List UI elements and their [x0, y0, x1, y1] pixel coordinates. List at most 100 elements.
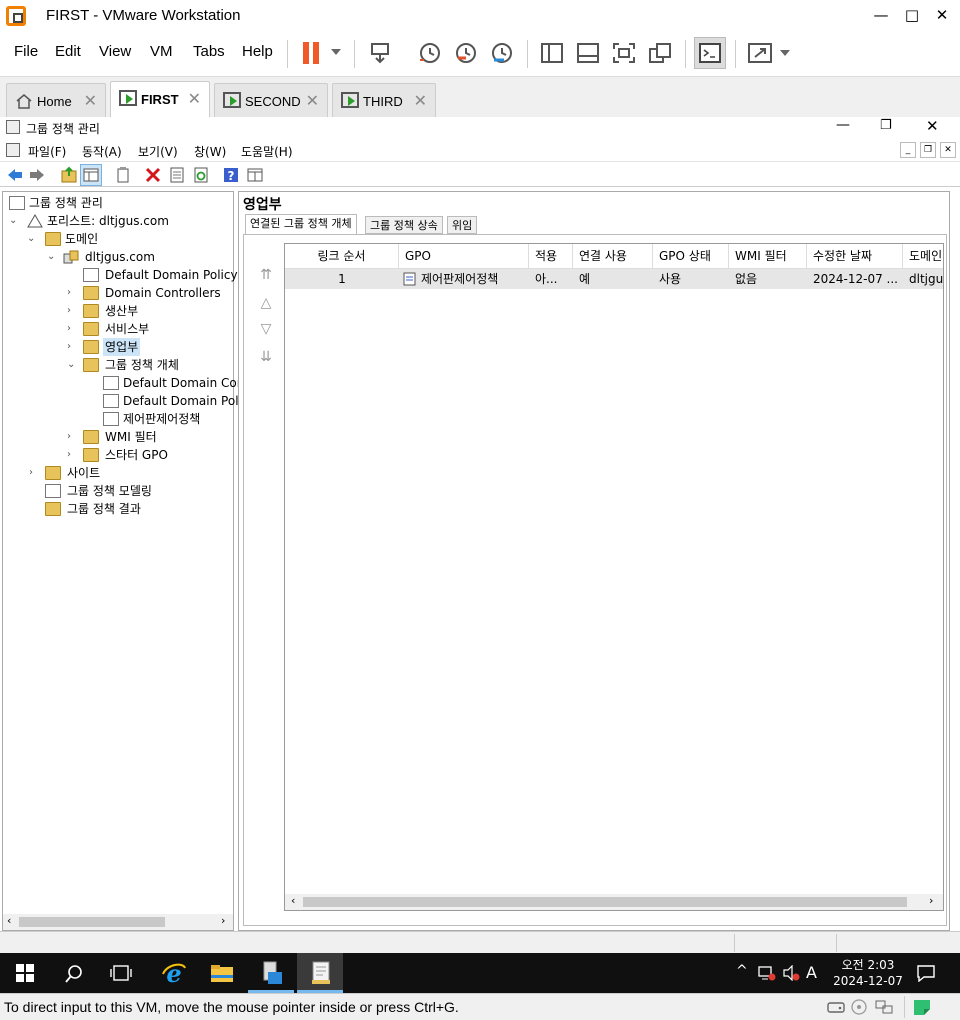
col-enforced[interactable]: 적용: [529, 244, 573, 268]
collapse-icon[interactable]: ⌄: [9, 212, 19, 230]
stretch-guest-icon[interactable]: [746, 40, 774, 66]
child-minimize-icon[interactable]: _: [900, 142, 916, 158]
scroll-right-icon[interactable]: ›: [929, 894, 933, 907]
col-link-order[interactable]: 링크 순서: [285, 244, 399, 268]
scroll-left-icon[interactable]: ‹: [291, 894, 295, 907]
tab-third[interactable]: THIRD ✕: [332, 83, 436, 117]
col-domain[interactable]: 도메인: [903, 244, 943, 268]
tab-second[interactable]: SECOND ✕: [214, 83, 328, 117]
snapshot-manager-icon[interactable]: [488, 40, 516, 66]
child-restore-icon[interactable]: ❐: [920, 142, 936, 158]
help-icon[interactable]: ?: [222, 166, 240, 184]
collapse-icon[interactable]: ⌄: [67, 356, 77, 374]
close-tab-icon[interactable]: ✕: [306, 91, 319, 110]
clock-date[interactable]: 2024-12-07: [828, 974, 908, 988]
menu-edit[interactable]: Edit: [55, 43, 81, 60]
tab-inheritance[interactable]: 그룹 정책 상속: [365, 216, 443, 234]
gpmc-minimize-icon[interactable]: —: [836, 117, 850, 133]
forward-icon[interactable]: [28, 166, 46, 184]
revert-snapshot-icon[interactable]: [452, 40, 480, 66]
tree-horizontal-scrollbar[interactable]: ‹ ›: [3, 914, 233, 930]
show-action-pane-icon[interactable]: [246, 166, 264, 184]
collapse-icon[interactable]: ⌄: [47, 248, 57, 266]
gpmc-close-icon[interactable]: ✕: [926, 117, 939, 135]
taskbar-explorer[interactable]: [198, 953, 244, 993]
close-tab-icon[interactable]: ✕: [414, 91, 427, 110]
scroll-thumb[interactable]: [303, 897, 907, 907]
taskbar-server-manager[interactable]: [248, 953, 294, 993]
scroll-left-icon[interactable]: ‹: [7, 914, 11, 927]
child-close-icon[interactable]: ✕: [940, 142, 956, 158]
col-gpo[interactable]: GPO: [399, 244, 529, 268]
start-windows-icon[interactable]: [16, 964, 34, 982]
maximize-icon[interactable]: □: [901, 4, 923, 26]
properties-icon[interactable]: [168, 166, 186, 184]
pause-dropdown-icon[interactable]: [331, 49, 341, 55]
tab-home[interactable]: Home ✕: [6, 83, 106, 117]
col-link-enabled[interactable]: 연결 사용: [573, 244, 653, 268]
menu-action-ko[interactable]: 동작(A): [82, 143, 122, 160]
snapshot-icon[interactable]: [416, 40, 444, 66]
move-top-icon[interactable]: ⇈: [258, 267, 274, 283]
pause-icon[interactable]: [303, 42, 309, 64]
menu-view[interactable]: View: [99, 43, 131, 60]
expand-icon[interactable]: ›: [67, 284, 77, 302]
ime-indicator[interactable]: A: [806, 963, 817, 982]
close-icon[interactable]: ✕: [931, 4, 953, 26]
taskbar-gpmc[interactable]: [297, 953, 343, 993]
close-tab-icon[interactable]: ✕: [84, 91, 97, 110]
tab-linked-gpos[interactable]: 연결된 그룹 정책 개체: [245, 214, 357, 234]
menu-vm[interactable]: VM: [150, 43, 173, 60]
move-up-icon[interactable]: △: [258, 295, 274, 311]
console-view-button[interactable]: [694, 37, 726, 69]
table-horizontal-scrollbar[interactable]: ‹ ›: [285, 894, 943, 910]
menu-window-ko[interactable]: 창(W): [194, 143, 226, 160]
back-icon[interactable]: [6, 166, 24, 184]
tab-first[interactable]: FIRST ✕: [110, 81, 210, 119]
move-bottom-icon[interactable]: ⇊: [258, 349, 274, 365]
gpmc-restore-icon[interactable]: ❐: [880, 118, 892, 133]
delete-icon[interactable]: [144, 166, 162, 184]
message-log-icon[interactable]: [912, 998, 932, 1016]
expand-icon[interactable]: ›: [67, 320, 77, 338]
expand-icon[interactable]: ›: [29, 464, 39, 482]
task-view-icon[interactable]: [110, 964, 132, 982]
search-icon[interactable]: [64, 964, 84, 984]
send-keys-icon[interactable]: [366, 40, 394, 66]
notifications-icon[interactable]: [916, 964, 936, 982]
expand-icon[interactable]: ›: [67, 428, 77, 446]
menu-file-ko[interactable]: 파일(F): [28, 143, 66, 160]
col-modified[interactable]: 수정한 날짜: [807, 244, 903, 268]
hard-disk-icon[interactable]: [826, 999, 846, 1015]
scroll-thumb[interactable]: [19, 917, 165, 927]
refresh-icon[interactable]: [192, 166, 210, 184]
collapse-icon[interactable]: ⌄: [27, 230, 37, 248]
col-gpo-status[interactable]: GPO 상태: [653, 244, 729, 268]
library-view-icon[interactable]: [538, 40, 566, 66]
scroll-right-icon[interactable]: ›: [221, 914, 225, 927]
stretch-dropdown-icon[interactable]: [780, 50, 790, 56]
expand-icon[interactable]: ›: [67, 446, 77, 464]
menu-help[interactable]: Help: [242, 43, 273, 60]
full-screen-icon[interactable]: [610, 40, 638, 66]
network-icon[interactable]: [758, 965, 776, 981]
expand-icon[interactable]: ›: [67, 302, 77, 320]
console-icon[interactable]: [6, 143, 20, 157]
volume-muted-icon[interactable]: [782, 965, 800, 981]
clipboard-icon[interactable]: [114, 166, 132, 184]
up-folder-icon[interactable]: [60, 166, 78, 184]
menu-help-ko[interactable]: 도움말(H): [241, 143, 293, 160]
expand-icon[interactable]: ›: [67, 338, 77, 356]
thumbnail-view-icon[interactable]: [574, 40, 602, 66]
minimize-icon[interactable]: —: [870, 4, 892, 26]
tab-delegation[interactable]: 위임: [447, 216, 478, 234]
network-adapter-icon[interactable]: [874, 999, 894, 1015]
move-down-icon[interactable]: ▽: [258, 321, 274, 337]
col-wmi-filter[interactable]: WMI 필터: [729, 244, 807, 268]
menu-file[interactable]: File: [14, 43, 38, 60]
unity-icon[interactable]: [646, 40, 674, 66]
chevron-up-icon[interactable]: ^: [736, 963, 748, 979]
show-console-tree-button[interactable]: [80, 164, 102, 186]
menu-tabs[interactable]: Tabs: [193, 43, 225, 60]
close-tab-icon[interactable]: ✕: [188, 89, 201, 108]
